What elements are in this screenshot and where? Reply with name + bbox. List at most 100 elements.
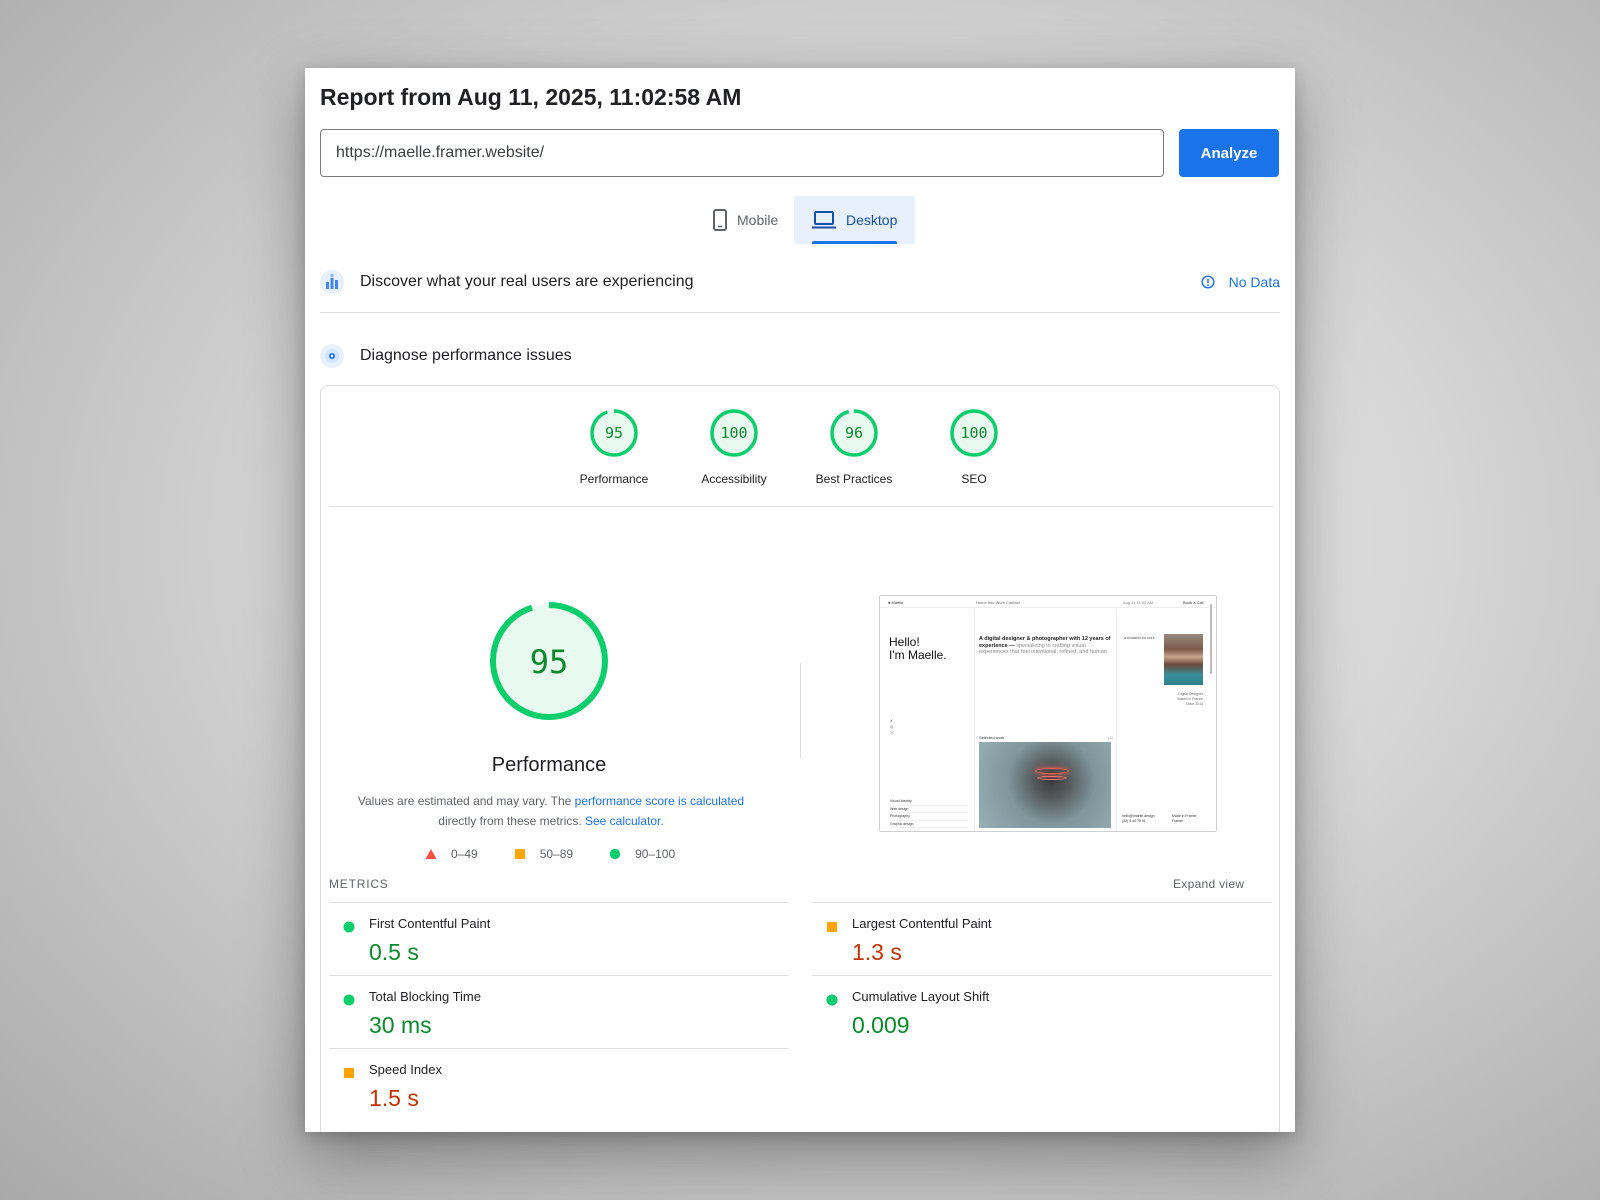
thumb-social-icons: X ◎ ⓔ: [890, 718, 894, 735]
score-explanation: Values are estimated and may vary. The p…: [351, 791, 751, 831]
section-divider: [320, 312, 1280, 313]
thumb-available: ● Available for work: [1124, 636, 1155, 640]
metric-value: 0.5 s: [369, 939, 419, 965]
thumb-credit-line: Framer: [1172, 819, 1184, 823]
score-label-seo: SEO: [961, 472, 987, 486]
performance-score-label: Performance: [491, 754, 607, 776]
thumb-service: Visual Identity: [890, 798, 968, 806]
discover-section[interactable]: Discover what your real users are experi…: [320, 264, 1280, 300]
score-ring-performance: 95: [590, 409, 638, 457]
score-value-accessibility: 100: [720, 424, 747, 442]
performance-score-gauge: 95: [490, 602, 608, 720]
tab-desktop[interactable]: Desktop: [794, 196, 915, 244]
metric-value: 1.3 s: [852, 939, 902, 965]
legend-good-range: 90–100: [635, 847, 676, 861]
thumb-logo: ● Maelle: [888, 600, 904, 605]
legend-good: 90–100: [609, 847, 675, 861]
circle-icon: [609, 848, 621, 860]
score-gauge-accessibility[interactable]: 100 Accessibility: [674, 408, 794, 486]
metric-largest-contentful-paint: Largest Contentful Paint 1.3 s: [812, 902, 1272, 975]
score-ring-best-practices: 96: [830, 409, 878, 457]
thumb-work-image: [979, 742, 1111, 828]
circle-icon: [343, 994, 355, 1006]
legend-average: 50–89: [514, 847, 573, 861]
field-data-icon: [320, 270, 344, 294]
metric-value: 1.5 s: [369, 1085, 419, 1111]
lab-data-icon: [320, 344, 344, 368]
thumb-hello-line: I'm Maelle.: [889, 648, 947, 662]
metric-name: Largest Contentful Paint: [852, 916, 992, 931]
info-icon: [1201, 275, 1215, 289]
diagnose-title: Diagnose performance issues: [360, 347, 572, 364]
thumb-contact: hello@maelle.design (33) 6 44 78 91: [1122, 814, 1155, 824]
score-calculated-link[interactable]: performance score is calculated: [575, 794, 744, 808]
metric-name: Speed Index: [369, 1062, 443, 1077]
thumb-nav: ● Maelle Home Info Work Contact Aug 11 1…: [880, 596, 1216, 608]
thumb-selected-count: (4): [1108, 735, 1113, 740]
score-value-seo: 100: [960, 424, 987, 442]
score-label-best-practices: Best Practices: [815, 472, 893, 486]
score-value-performance: 95: [605, 424, 623, 442]
score-legend: 0–49 50–89 90–100: [425, 847, 711, 861]
thumb-links: Home Info Work Contact: [976, 600, 1020, 605]
metric-name: Total Blocking Time: [369, 989, 481, 1004]
score-ring-accessibility: 100: [710, 409, 758, 457]
metric-name: Cumulative Layout Shift: [852, 989, 990, 1004]
thumb-hello: Hello! I'm Maelle.: [889, 636, 969, 662]
thumb-service: Photography: [890, 813, 968, 821]
metric-value: 30 ms: [369, 1012, 432, 1038]
no-data-status[interactable]: No Data: [1201, 264, 1280, 300]
performance-score-value: 95: [530, 643, 569, 681]
tab-mobile-label: Mobile: [737, 212, 779, 228]
see-calculator-link[interactable]: See calculator.: [585, 814, 664, 828]
thumb-contact-line: (33) 6 44 78 91: [1122, 819, 1146, 823]
thumb-glow-ring: [1037, 776, 1067, 780]
final-screenshot-thumbnail[interactable]: ● Maelle Home Info Work Contact Aug 11 1…: [879, 595, 1217, 832]
url-input[interactable]: [320, 129, 1164, 177]
thumb-selected-work: Selected work: [979, 735, 1005, 740]
lighthouse-report-card: 95 Performance 100 Accessibility 96 Best…: [320, 385, 1280, 1132]
circle-icon: [343, 921, 355, 933]
score-gauge-best-practices[interactable]: 96 Best Practices: [794, 408, 914, 486]
thumb-service: Graphic design: [890, 821, 968, 828]
score-gauge-seo[interactable]: 100 SEO: [914, 408, 1034, 486]
report-title: Report from Aug 11, 2025, 11:02:58 AM: [320, 84, 742, 110]
diagnose-section: Diagnose performance issues: [320, 338, 1280, 374]
expand-view-toggle[interactable]: Expand view: [1173, 877, 1244, 891]
metric-name: First Contentful Paint: [369, 916, 491, 931]
phone-icon: [713, 209, 727, 231]
explain-text-start: Values are estimated and may vary. The: [357, 794, 575, 808]
legend-poor: 0–49: [425, 847, 478, 861]
square-icon: [827, 922, 837, 932]
analyze-button[interactable]: Analyze: [1179, 129, 1279, 177]
discover-title: Discover what your real users are experi…: [360, 273, 694, 290]
score-label-performance: Performance: [579, 472, 649, 486]
score-gauge-performance[interactable]: 95 Performance: [554, 408, 674, 486]
thumb-book: Book a Call: [1183, 600, 1204, 605]
thumb-date: Aug 11 11:02 AM: [1123, 600, 1154, 605]
thumb-role-line: Since 2013: [1185, 702, 1203, 706]
active-tab-indicator: [812, 241, 897, 244]
metric-total-blocking-time: Total Blocking Time 30 ms: [329, 975, 789, 1048]
metric-speed-index: Speed Index 1.5 s: [329, 1048, 789, 1121]
explain-text-middle: directly from these metrics.: [438, 814, 585, 828]
score-label-accessibility: Accessibility: [701, 472, 767, 486]
pagespeed-report-panel: Report from Aug 11, 2025, 11:02:58 AM An…: [305, 68, 1295, 1132]
triangle-icon: [425, 849, 437, 859]
square-icon: [344, 1068, 354, 1078]
tab-mobile[interactable]: Mobile: [703, 196, 799, 244]
thumb-column-divider: [1116, 609, 1117, 831]
gauge-screenshot-divider: [800, 663, 801, 758]
laptop-icon: [812, 211, 836, 229]
legend-average-range: 50–89: [539, 847, 574, 861]
thumb-column-divider: [974, 609, 975, 831]
score-value-best-practices: 96: [845, 424, 863, 442]
thumb-portrait-image: [1164, 634, 1203, 685]
thumb-credit: Made in Framer Framer: [1172, 814, 1197, 824]
metric-value: 0.009: [852, 1012, 910, 1038]
thumb-services: Visual Identity Web design Photography G…: [890, 798, 968, 828]
no-data-label: No Data: [1228, 274, 1280, 290]
thumb-service: Web design: [890, 806, 968, 813]
thumb-scrollbar: [1210, 604, 1212, 674]
scores-divider: [329, 506, 1273, 507]
